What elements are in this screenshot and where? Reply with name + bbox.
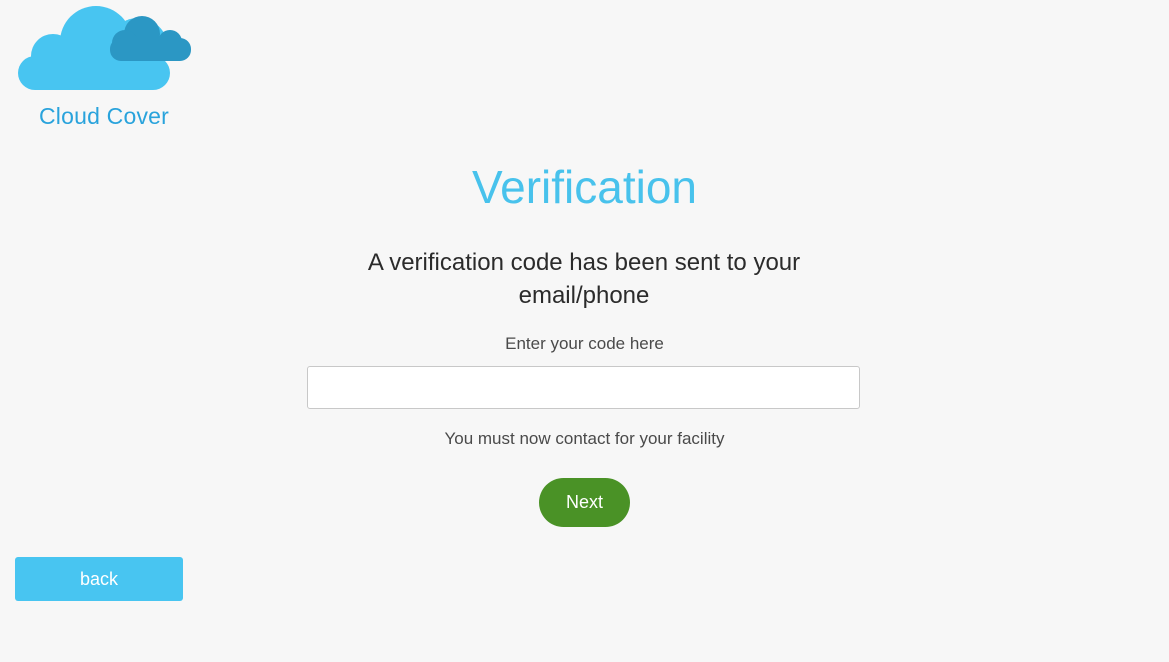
code-label: Enter your code here bbox=[505, 334, 664, 353]
verification-code-input[interactable] bbox=[307, 366, 860, 409]
brand-logo: Cloud Cover bbox=[14, 2, 194, 132]
back-button[interactable]: back bbox=[15, 557, 183, 601]
cloud-logo-icon bbox=[18, 6, 191, 90]
brand-name: Cloud Cover bbox=[38, 103, 170, 129]
page-title: Verification bbox=[471, 161, 697, 213]
verification-message: A verification code has been sent to you… bbox=[367, 249, 801, 309]
facility-notice: You must now contact for your facility bbox=[444, 429, 725, 448]
next-button[interactable]: Next bbox=[539, 478, 630, 527]
